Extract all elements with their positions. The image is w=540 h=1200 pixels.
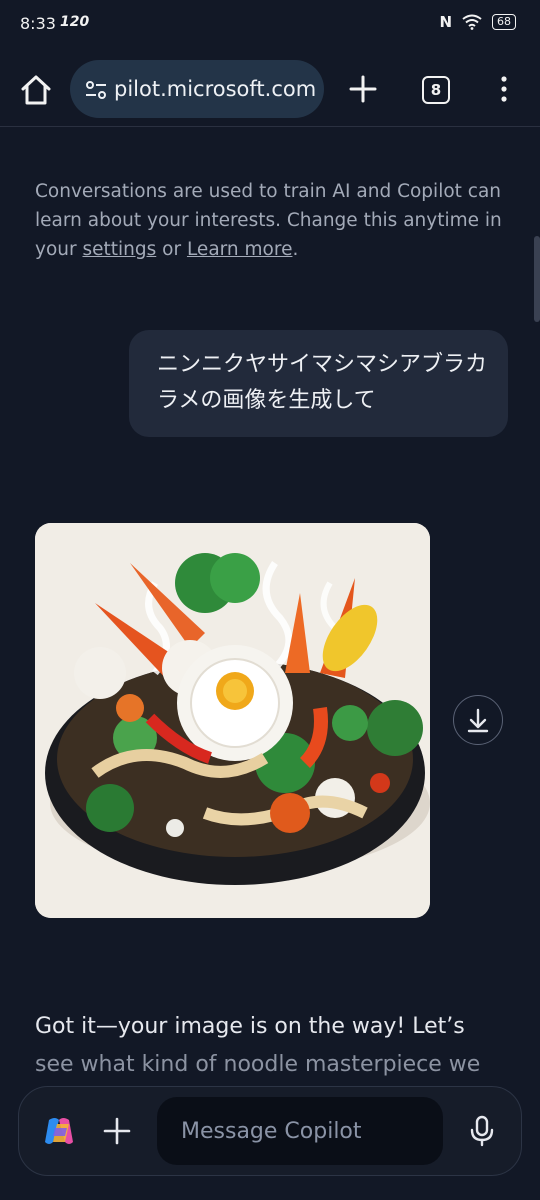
microphone-icon: [470, 1115, 494, 1147]
message-composer: [18, 1086, 522, 1176]
home-icon: [21, 75, 51, 105]
generated-image[interactable]: [35, 523, 430, 918]
battery-indicator: 68: [492, 14, 516, 30]
download-button[interactable]: [453, 695, 503, 745]
reply-line: see what kind of noodle masterpiece we: [35, 1052, 481, 1077]
vegetable-noodle-bowl-illustration: [35, 523, 430, 918]
plus-icon: [349, 75, 377, 103]
attach-button[interactable]: [101, 1115, 133, 1147]
download-icon: [467, 708, 489, 733]
reply-line: Got it—your image is on the way! Let’s: [35, 1014, 465, 1039]
tune-icon[interactable]: [84, 78, 108, 102]
nfc-icon: N: [439, 13, 452, 31]
copilot-logo: [45, 1118, 73, 1144]
copilot-reply: Got it—your image is on the way! Let’s s…: [35, 1008, 505, 1084]
address-bar[interactable]: pilot.microsoft.com: [70, 60, 324, 118]
tab-switcher-button[interactable]: 8: [422, 76, 450, 104]
status-time: 8:33: [20, 14, 56, 33]
browser-toolbar: pilot.microsoft.com 8: [0, 56, 540, 127]
wifi-icon: [462, 14, 482, 30]
training-notice: Conversations are used to train AI and C…: [35, 181, 502, 260]
message-input[interactable]: [157, 1097, 443, 1165]
user-message-bubble: ニンニクヤサイマシマシアブラカラメの画像を生成して: [129, 330, 508, 437]
new-tab-button[interactable]: [346, 72, 380, 106]
status-icons: N 68: [439, 13, 516, 31]
more-vertical-icon: [501, 76, 507, 102]
url-text: pilot.microsoft.com: [114, 77, 317, 101]
copilot-button[interactable]: [41, 1114, 77, 1150]
microphone-button[interactable]: [465, 1114, 499, 1148]
settings-link[interactable]: settings: [82, 239, 156, 260]
refresh-rate-indicator: 120: [60, 14, 90, 30]
scrollbar-thumb[interactable]: [534, 236, 540, 322]
status-bar: 8:33 120 N 68: [0, 0, 540, 48]
learn-more-link[interactable]: Learn more: [187, 239, 293, 260]
plus-icon: [103, 1117, 131, 1145]
more-menu-button[interactable]: [494, 74, 514, 104]
home-button[interactable]: [18, 72, 54, 108]
